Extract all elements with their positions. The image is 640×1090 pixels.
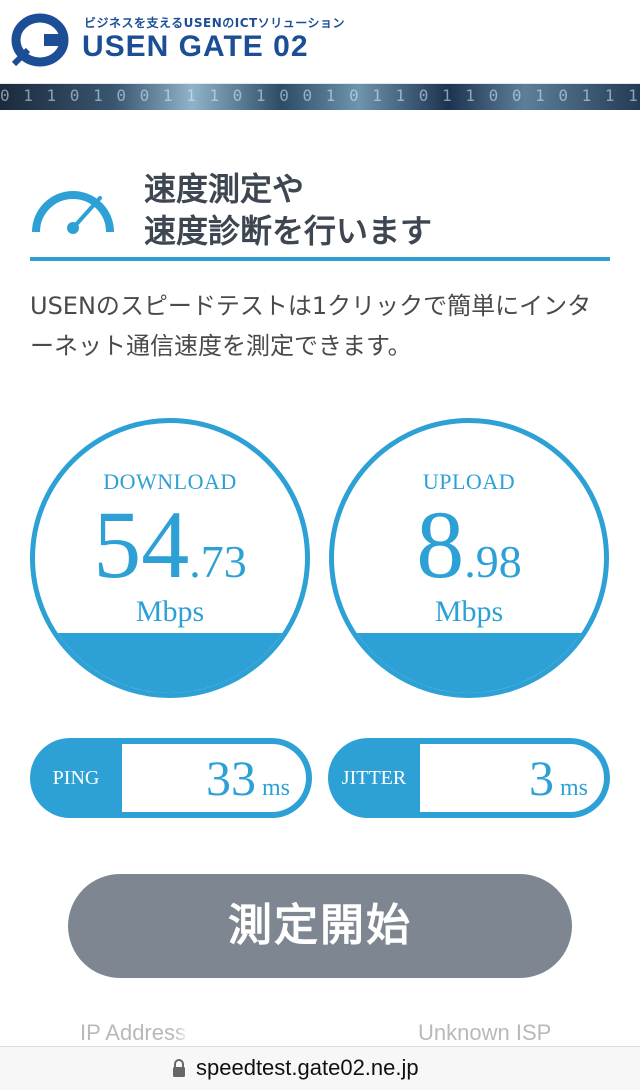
upload-value-decimal: .98 [464, 536, 522, 587]
upload-value-integer: 8 [416, 491, 465, 598]
download-value: 54.73 [35, 495, 305, 595]
url-text[interactable]: speedtest.gate02.ne.jp [196, 1055, 419, 1081]
ping-number: 33 [205, 750, 256, 806]
upload-unit: Mbps [434, 595, 504, 628]
page-title-line1: 速度測定や [144, 170, 305, 208]
download-unit: Mbps [135, 595, 205, 628]
page-title: 速度測定や 速度診断を行います [144, 168, 432, 252]
download-meter: DOWNLOAD 54.73 Mbps [30, 418, 310, 698]
ping-display: PING 33 ms [30, 738, 312, 818]
upload-meter-fill [334, 633, 604, 693]
upload-label: UPLOAD [422, 469, 516, 494]
jitter-number: 3 [528, 750, 554, 806]
jitter-label: JITTER [341, 767, 407, 789]
speedometer-icon [32, 191, 114, 234]
heading-divider [30, 257, 610, 261]
site-header: ビジネスを支えるUSENのICTソリューション USEN GATE 02 [0, 0, 640, 84]
upload-value: 8.98 [334, 495, 604, 595]
start-test-button[interactable]: 測定開始 [68, 874, 572, 978]
upload-meter: UPLOAD 8.98 Mbps [329, 418, 609, 698]
usen-gate-logo-icon[interactable] [10, 12, 74, 68]
page-title-line2: 速度診断を行います [144, 212, 433, 250]
ip-address-label: IP Address [80, 1020, 186, 1045]
ping-value-box: 33 ms [122, 744, 306, 812]
jitter-unit: ms [559, 775, 588, 801]
download-meter-fill [35, 633, 305, 693]
section-heading: 速度測定や 速度診断を行います [30, 168, 610, 260]
ping-label: PING [52, 767, 100, 789]
download-value-decimal: .73 [189, 536, 247, 587]
browser-address-bar[interactable]: speedtest.gate02.ne.jp [0, 1046, 640, 1090]
ping-value: 33 ms [206, 746, 290, 810]
ip-address-redacted [188, 1016, 416, 1050]
banner-binary-decoration: 0 1 1 0 1 0 0 1 1 1 0 1 0 0 1 0 1 1 0 1 … [0, 86, 640, 105]
jitter-value-box: 3 ms [420, 744, 604, 812]
brand-tagline: ビジネスを支えるUSENのICTソリューション [84, 16, 345, 30]
jitter-display: JITTER 3 ms [328, 738, 610, 818]
ping-unit: ms [261, 775, 290, 801]
isp-label: Unknown ISP [418, 1020, 552, 1045]
download-value-integer: 54 [93, 491, 190, 598]
brand-name[interactable]: USEN GATE 02 [82, 30, 309, 64]
jitter-value: 3 ms [529, 746, 588, 810]
header-banner: 0 1 1 0 1 0 0 1 1 1 0 1 0 0 1 0 1 1 0 1 … [0, 84, 640, 110]
lock-icon [173, 1059, 185, 1077]
description-text: USENのスピードテストは1クリックで簡単にインターネット通信速度を測定できます… [30, 292, 592, 360]
